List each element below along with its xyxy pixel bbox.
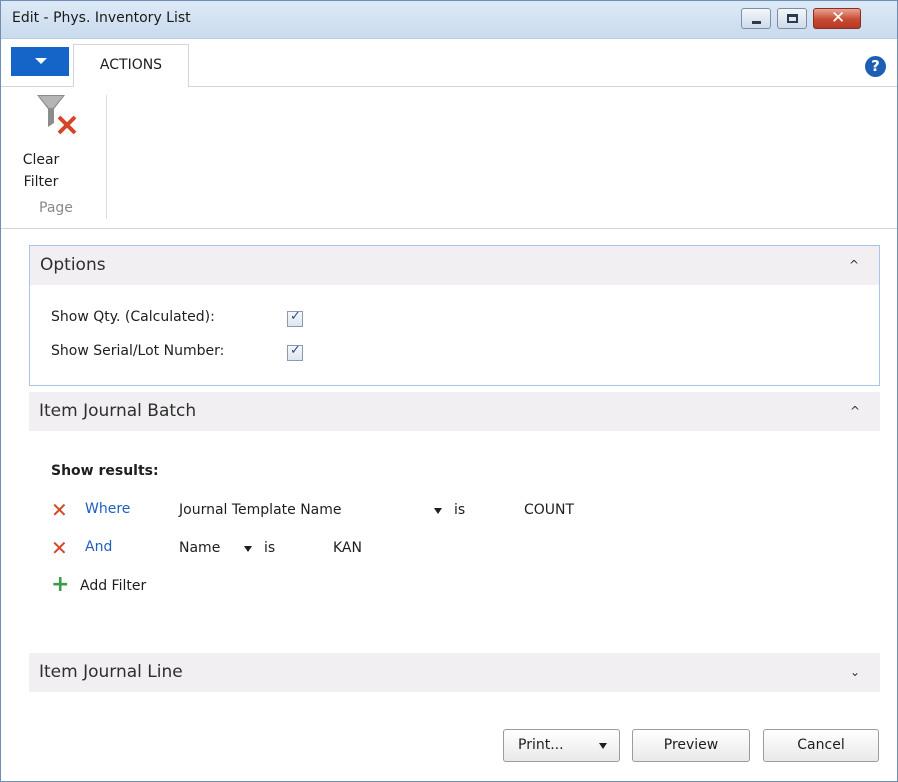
add-filter-label: Add Filter — [80, 578, 147, 594]
filter-operator: is — [454, 502, 466, 518]
window-title: Edit - Phys. Inventory List — [12, 10, 191, 26]
filter-connector-and[interactable]: And — [85, 539, 112, 555]
options-title: Options — [40, 255, 106, 275]
ribbon-group-label: Page — [39, 200, 73, 216]
item-journal-batch-header[interactable]: Item Journal Batch ^ — [29, 392, 880, 431]
preview-button[interactable]: Preview — [632, 729, 750, 762]
caret-down-icon — [35, 58, 47, 64]
filter-value[interactable]: KAN — [333, 540, 362, 556]
caret-down-icon[interactable] — [244, 546, 252, 552]
filter-operator: is — [264, 540, 276, 556]
option-show-serial-lot: Show Serial/Lot Number: — [51, 343, 224, 365]
clear-filter-label: Clear Filter — [22, 152, 60, 190]
filter-row: ✕ Where Journal Template Name is COUNT — [51, 498, 611, 522]
add-filter-button[interactable]: + Add Filter — [51, 572, 251, 598]
show-results-label: Show results: — [51, 463, 159, 479]
line-title: Item Journal Line — [39, 662, 183, 682]
option-label: Show Qty. (Calculated): — [51, 309, 215, 325]
tab-actions[interactable]: ACTIONS — [73, 44, 189, 88]
chevron-up-icon: ^ — [848, 258, 859, 272]
filter-row: ✕ And Name is KAN — [51, 536, 451, 560]
minimize-button[interactable] — [741, 8, 771, 29]
check-icon: ✓ — [290, 343, 301, 358]
item-journal-line-header[interactable]: Item Journal Line ⌄ — [29, 653, 880, 692]
minimize-icon — [752, 21, 761, 24]
cancel-button[interactable]: Cancel — [763, 729, 879, 762]
filter-connector-where[interactable]: Where — [85, 501, 130, 517]
content-area: Options ^ Show Qty. (Calculated): ✓ Show… — [1, 229, 897, 781]
filter-value[interactable]: COUNT — [524, 502, 574, 518]
title-bar: Edit - Phys. Inventory List ✕ — [1, 1, 897, 39]
help-icon[interactable]: ? — [865, 56, 886, 77]
ribbon-body: Clear Filter Page — [1, 87, 897, 229]
close-icon: ✕ — [831, 8, 846, 28]
filter-field[interactable]: Name — [179, 540, 220, 556]
chevron-up-icon: ^ — [849, 404, 860, 418]
print-label: Print... — [518, 737, 564, 753]
remove-filter-icon[interactable]: ✕ — [51, 498, 68, 522]
clear-filter-icon — [37, 95, 77, 135]
show-qty-checkbox[interactable]: ✓ — [287, 309, 303, 327]
show-serial-lot-checkbox[interactable]: ✓ — [287, 343, 303, 361]
maximize-button[interactable] — [777, 8, 807, 29]
option-show-qty: Show Qty. (Calculated): — [51, 309, 215, 331]
print-button[interactable]: Print... — [503, 729, 620, 762]
caret-down-icon — [599, 743, 607, 749]
check-icon: ✓ — [290, 309, 301, 324]
dialog-window: Edit - Phys. Inventory List ✕ ACTIONS ? … — [0, 0, 898, 782]
chevron-down-icon: ⌄ — [849, 665, 860, 679]
filter-field[interactable]: Journal Template Name — [179, 502, 342, 518]
ribbon-group-separator — [106, 95, 107, 219]
ribbon-tab-bar: ACTIONS ? — [1, 39, 897, 88]
close-button[interactable]: ✕ — [813, 8, 861, 29]
options-fasttab: Options ^ Show Qty. (Calculated): ✓ Show… — [29, 245, 880, 386]
caret-down-icon[interactable] — [434, 508, 442, 514]
app-menu-button[interactable] — [11, 47, 69, 76]
clear-filter-button[interactable]: Clear Filter — [21, 91, 87, 199]
batch-title: Item Journal Batch — [39, 401, 197, 421]
plus-icon: + — [51, 572, 70, 597]
option-label: Show Serial/Lot Number: — [51, 343, 225, 359]
maximize-icon — [787, 14, 798, 23]
options-header[interactable]: Options ^ — [30, 246, 879, 285]
remove-filter-icon[interactable]: ✕ — [51, 536, 68, 560]
